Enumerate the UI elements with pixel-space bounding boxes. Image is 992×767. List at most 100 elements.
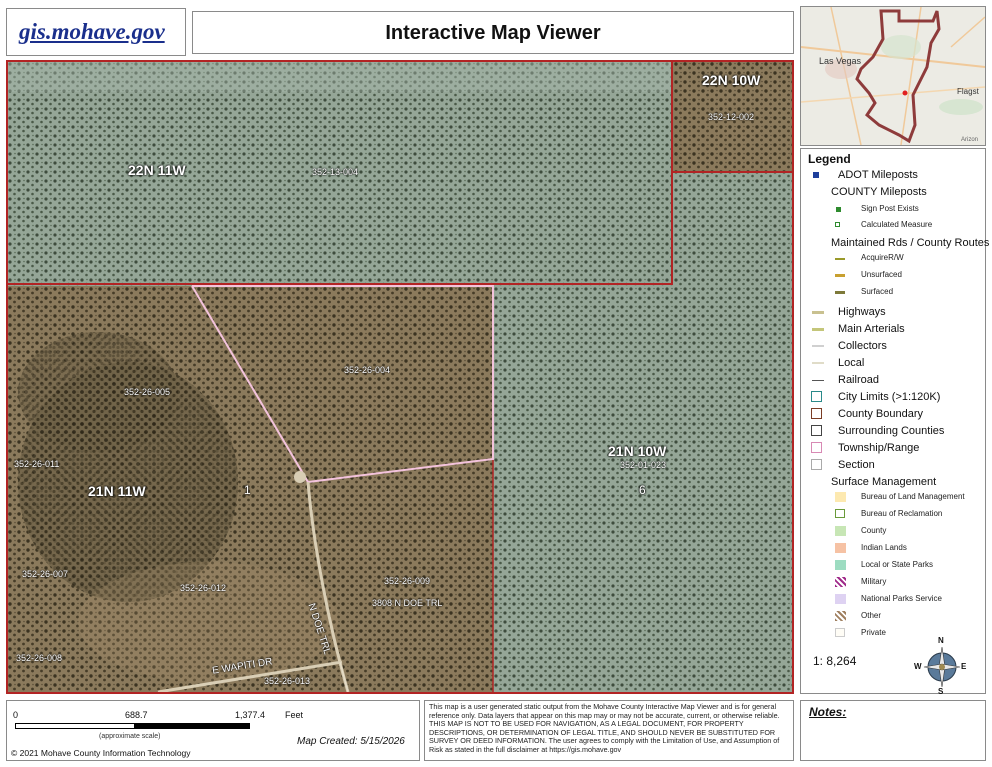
line-khaki-icon bbox=[812, 328, 824, 331]
legend-item-label: Township/Range bbox=[838, 442, 920, 454]
scale-tick: 0 bbox=[13, 710, 19, 720]
legend-item-label: County bbox=[861, 526, 887, 535]
parcel-label: 352-12-002 bbox=[708, 112, 755, 122]
title-box: Interactive Map Viewer bbox=[192, 11, 794, 54]
compass-e: E bbox=[961, 662, 967, 671]
fill-other-icon bbox=[835, 611, 846, 621]
legend-item-label: COUNTY Mileposts bbox=[831, 186, 927, 198]
compass-s: S bbox=[938, 687, 944, 696]
legend-item-label: Maintained Rds / County Routes bbox=[831, 237, 990, 249]
legend-item-label: National Parks Service bbox=[861, 594, 942, 603]
legend-item-label: Collectors bbox=[838, 340, 887, 352]
section-number: 1 bbox=[244, 483, 251, 497]
inset-place-label: Arizon bbox=[961, 137, 979, 143]
line-darkolive-icon bbox=[835, 291, 845, 294]
overview-map-graphic bbox=[801, 7, 985, 145]
overview-map[interactable]: Las Vegas Flagst Arizon bbox=[800, 6, 986, 146]
parcel-label: 352-26-005 bbox=[124, 387, 171, 397]
compass-w: W bbox=[914, 662, 922, 671]
fill-nps-icon bbox=[835, 594, 846, 604]
legend-item-label: Indian Lands bbox=[861, 543, 907, 552]
disclaimer-text: This map is a user generated static outp… bbox=[424, 700, 794, 761]
parcel-label: 352-13-004 bbox=[312, 167, 359, 177]
parcel-label: 352-26-013 bbox=[264, 676, 311, 686]
fill-parks-icon bbox=[835, 560, 846, 570]
railroad-icon bbox=[812, 380, 824, 381]
legend-item-label: County Boundary bbox=[838, 408, 923, 420]
site-logo-link[interactable]: gis.mohave.gov bbox=[19, 19, 165, 45]
township-label: 21N 10W bbox=[608, 443, 667, 459]
legend-item-label: Local bbox=[838, 357, 865, 369]
square-green-outline-icon bbox=[835, 222, 840, 227]
north-arrow-compass: N S E W bbox=[914, 636, 968, 696]
line-gold-icon bbox=[835, 274, 845, 277]
scale-tick: 1,377.4 bbox=[235, 710, 266, 720]
parcel-label: 352-26-009 bbox=[384, 576, 431, 586]
line-lightgray-icon bbox=[812, 345, 824, 347]
fill-private-icon bbox=[835, 628, 845, 637]
fill-military-icon bbox=[835, 577, 846, 587]
legend-item-label: Bureau of Land Management bbox=[861, 492, 965, 501]
box-lightgray-icon bbox=[811, 459, 822, 470]
parcel-label: 352-26-011 bbox=[14, 459, 60, 469]
legend-item-label: Sign Post Exists bbox=[861, 204, 919, 213]
square-green-icon bbox=[836, 207, 841, 212]
scale-note: (approximate scale) bbox=[99, 733, 161, 740]
inset-place-label: Flagst bbox=[957, 87, 979, 96]
scale-bar-panel: 0 688.7 1,377.4 Feet (approximate scale)… bbox=[6, 700, 420, 761]
legend-item-label: Surrounding Counties bbox=[838, 425, 945, 437]
legend-title: Legend bbox=[808, 152, 851, 166]
box-darkgray-icon bbox=[811, 425, 822, 436]
legend-item-label: Surfaced bbox=[861, 287, 894, 296]
legend-item-label: Bureau of Reclamation bbox=[861, 509, 943, 518]
section-number: 6 bbox=[639, 483, 646, 497]
scale-bar-white bbox=[15, 723, 135, 729]
legend-item-label: Calculated Measure bbox=[861, 220, 933, 229]
copyright: © 2021 Mohave County Information Technol… bbox=[11, 748, 191, 758]
scale-ratio: 1: 8,264 bbox=[813, 654, 857, 668]
map-created-date: Map Created: 5/15/2026 bbox=[297, 736, 405, 747]
map-canvas[interactable]: 22N 11W 22N 10W 21N 11W 21N 10W 1 6 352-… bbox=[6, 60, 794, 694]
page-title: Interactive Map Viewer bbox=[385, 22, 601, 44]
legend-item-label: Unsurfaced bbox=[861, 270, 902, 279]
address-label: 3808 N DOE TRL bbox=[372, 598, 443, 608]
legend-item-label: Military bbox=[861, 577, 887, 586]
line-tan-icon bbox=[812, 311, 824, 314]
legend-item-label: City Limits (>1:120K) bbox=[838, 391, 941, 403]
parcel-label: 352-01-023 bbox=[620, 460, 667, 470]
box-teal-icon bbox=[811, 391, 822, 402]
legend-item-label: Section bbox=[838, 459, 875, 471]
notes-box[interactable]: Notes: bbox=[800, 700, 986, 761]
fill-indian-icon bbox=[835, 543, 846, 553]
line-olive-icon bbox=[835, 258, 845, 260]
parcel-label: 352-26-004 bbox=[344, 365, 391, 375]
parcel-label: 352-26-012 bbox=[180, 583, 227, 593]
fill-blm-icon bbox=[835, 492, 846, 502]
scale-unit: Feet bbox=[285, 710, 304, 720]
parcel-label: 352-26-007 bbox=[22, 569, 69, 579]
legend-item-label: Other bbox=[861, 611, 882, 620]
township-label: 21N 11W bbox=[88, 483, 146, 499]
parcel-label: 352-26-008 bbox=[16, 653, 63, 663]
logo-box: gis.mohave.gov bbox=[6, 8, 186, 56]
box-pink-icon bbox=[811, 442, 822, 453]
square-blue-icon bbox=[813, 172, 819, 178]
legend-item-label: Highways bbox=[838, 306, 886, 318]
notes-label: Notes: bbox=[809, 705, 847, 719]
legend-item-label: Surface Management bbox=[831, 476, 937, 488]
legend-item-label: ADOT Mileposts bbox=[838, 169, 918, 181]
line-pale-icon bbox=[812, 362, 824, 364]
township-label: 22N 10W bbox=[702, 72, 761, 88]
legend-item-label: Local or State Parks bbox=[861, 560, 934, 569]
legend-item-label: Railroad bbox=[838, 374, 879, 386]
fill-bor-icon bbox=[835, 509, 845, 518]
fill-county-icon bbox=[835, 526, 846, 536]
inset-place-label: Las Vegas bbox=[819, 56, 862, 66]
legend-item-label: Private bbox=[861, 628, 886, 637]
box-brown-icon bbox=[811, 408, 822, 419]
scale-bar-black bbox=[134, 723, 250, 729]
legend-item-label: Main Arterials bbox=[838, 323, 905, 335]
legend-item-label: AcquireR/W bbox=[861, 253, 904, 262]
scale-tick: 688.7 bbox=[125, 710, 148, 720]
township-label: 22N 11W bbox=[128, 162, 186, 178]
